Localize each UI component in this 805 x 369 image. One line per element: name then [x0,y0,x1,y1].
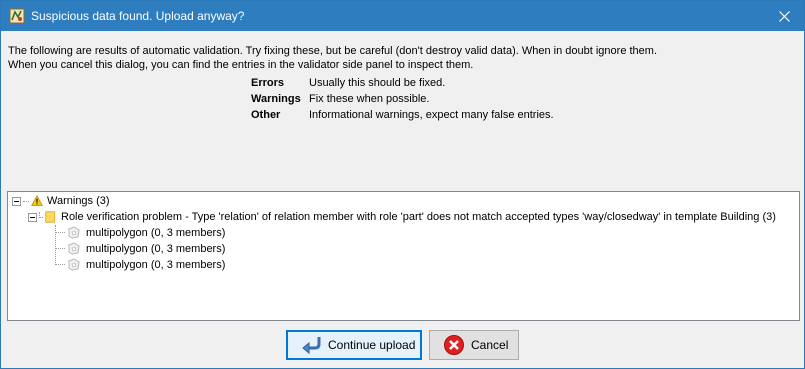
tree-connector [55,225,56,265]
collapse-toggle[interactable] [28,212,37,222]
collapse-toggle[interactable] [12,196,21,206]
tree-connector [55,248,65,249]
tree-connector [55,232,65,233]
tree-connector [39,216,43,218]
validation-tree[interactable]: Warnings (3) Role verification problem -… [7,191,800,321]
tree-leaf-multipolygon[interactable]: multipolygon (0, 3 members) [66,225,225,241]
tree-node-warnings[interactable]: Warnings (3) [12,193,110,209]
intro-line-1: The following are results of automatic v… [8,45,657,57]
legend-desc: Informational warnings, expect many fals… [309,109,554,121]
tree-node-label: Warnings (3) [47,195,110,207]
multipolygon-icon [68,258,80,271]
tree-connector [55,264,65,265]
josm-app-icon [9,8,25,24]
continue-upload-label: Continue upload [328,338,416,352]
title-bar[interactable]: Suspicious data found. Upload anyway? [1,1,804,31]
tree-node-role-verification[interactable]: Role verification problem - Type 'relati… [28,209,776,225]
window-title: Suspicious data found. Upload anyway? [31,9,245,23]
legend-key: Other [251,109,281,121]
folder-icon [45,211,56,223]
tree-node-label: Role verification problem - Type 'relati… [61,211,776,223]
warning-icon [31,195,43,206]
multipolygon-icon [68,242,80,255]
dialog-window: Suspicious data found. Upload anyway? Th… [0,0,805,369]
legend-row-errors: Errors Usually this should be fixed. [251,75,554,91]
legend-desc: Fix these when possible. [309,93,430,105]
tree-connector [23,200,29,202]
legend-row-warnings: Warnings Fix these when possible. [251,91,554,107]
continue-upload-button[interactable]: Continue upload [286,330,422,360]
close-icon [778,10,790,22]
tree-leaf-label: multipolygon (0, 3 members) [86,227,226,239]
cancel-icon [444,335,464,355]
severity-legend: Errors Usually this should be fixed. War… [251,75,554,123]
close-button[interactable] [764,1,804,31]
dialog-content: The following are results of automatic v… [1,31,804,368]
legend-key: Errors [251,77,285,89]
intro-line-2: When you cancel this dialog, you can fin… [8,59,474,71]
tree-leaf-multipolygon[interactable]: multipolygon (0, 3 members) [66,241,225,257]
multipolygon-icon [68,226,80,239]
tree-leaf-label: multipolygon (0, 3 members) [86,259,226,271]
upload-arrow-icon [302,337,321,355]
legend-key: Warnings [251,93,301,105]
cancel-button[interactable]: Cancel [429,330,519,360]
tree-leaf-label: multipolygon (0, 3 members) [86,243,226,255]
legend-row-other: Other Informational warnings, expect man… [251,107,554,123]
tree-leaf-multipolygon[interactable]: multipolygon (0, 3 members) [66,257,225,273]
cancel-label: Cancel [471,338,509,352]
intro-text: The following are results of automatic v… [8,44,657,72]
legend-desc: Usually this should be fixed. [309,77,446,89]
